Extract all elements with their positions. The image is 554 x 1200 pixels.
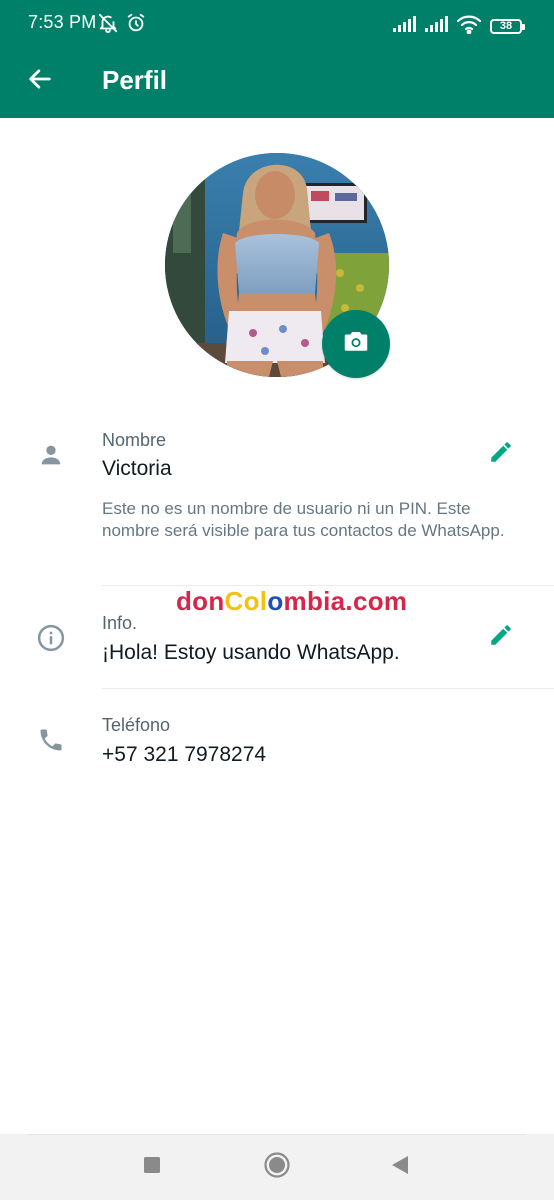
nav-divider <box>28 1134 526 1135</box>
battery-icon: 38 <box>490 19 525 34</box>
watermark-part: Col <box>224 586 268 616</box>
info-icon <box>36 623 66 653</box>
status-left-icons <box>97 12 147 39</box>
person-icon <box>36 440 66 470</box>
home-button[interactable] <box>263 1151 291 1184</box>
home-circle-icon <box>263 1151 291 1184</box>
edit-name-button[interactable] <box>486 439 516 469</box>
name-hint: Este no es un nombre de usuario ni un PI… <box>102 499 505 540</box>
divider <box>102 688 554 689</box>
watermark-part: o <box>267 586 284 616</box>
change-photo-button[interactable] <box>322 310 390 378</box>
back-button[interactable] <box>24 65 56 97</box>
pencil-icon <box>488 622 514 653</box>
profile-screen: 7:53 PM 38 Perfil Nombre Victoria Este n… <box>0 0 554 1200</box>
info-label: Info. <box>102 613 138 633</box>
edit-info-button[interactable] <box>486 622 516 652</box>
camera-icon <box>341 327 371 362</box>
battery-level: 38 <box>499 20 513 32</box>
phone-label: Teléfono <box>102 715 171 735</box>
system-back-button[interactable] <box>386 1153 414 1181</box>
page-title: Perfil <box>102 65 168 95</box>
app-bar: Perfil <box>0 46 554 118</box>
recents-button[interactable] <box>138 1153 166 1181</box>
arrow-left-icon <box>26 65 54 98</box>
recents-square-icon <box>142 1155 162 1180</box>
pencil-icon <box>488 439 514 470</box>
status-bar: 7:53 PM 38 <box>0 0 554 46</box>
phone-value: +57 321 7978274 <box>102 743 267 766</box>
system-nav-bar <box>0 1134 554 1200</box>
wifi-icon <box>456 14 482 39</box>
info-value: ¡Hola! Estoy usando WhatsApp. <box>102 641 400 664</box>
watermark-part: don <box>176 586 225 616</box>
status-right-icons: 38 <box>392 14 525 39</box>
signal-icon <box>392 15 416 38</box>
back-triangle-icon <box>389 1154 411 1181</box>
avatar-container <box>165 153 390 378</box>
phone-icon <box>36 725 66 755</box>
name-label: Nombre <box>102 430 167 450</box>
status-time: 7:53 PM <box>28 12 97 32</box>
name-value: Victoria <box>102 457 172 480</box>
alarm-icon <box>125 12 147 39</box>
watermark: donColombia.com <box>176 586 407 617</box>
signal-icon <box>424 15 448 38</box>
muted-bell-icon <box>97 12 119 39</box>
watermark-part: mbia.com <box>283 586 408 616</box>
